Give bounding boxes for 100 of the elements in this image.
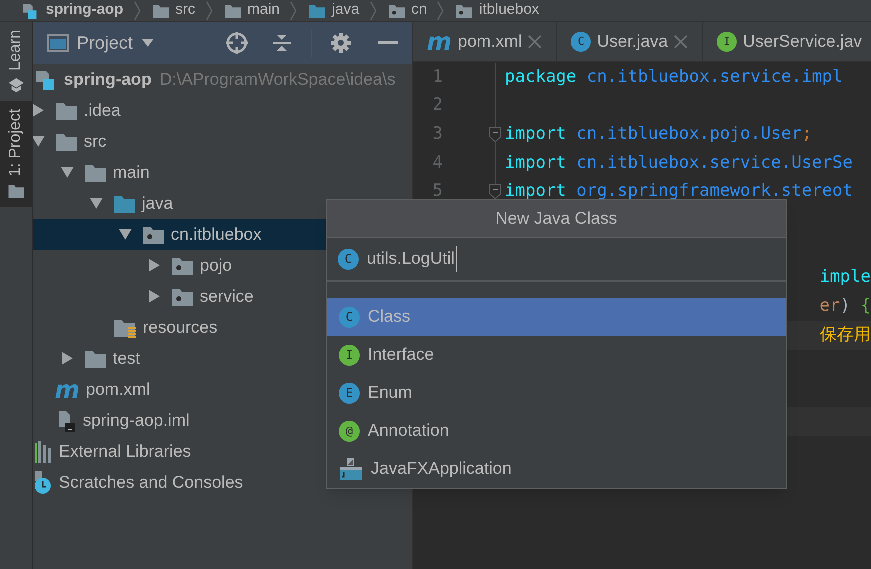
tree-item-label: java (142, 192, 174, 215)
collapse-icon[interactable] (271, 32, 293, 54)
line-number: 3 (432, 122, 443, 146)
line-number: 2 (432, 94, 443, 118)
tree-item[interactable]: src (33, 126, 412, 157)
chevron-icon (370, 0, 378, 20)
window-icon (47, 34, 69, 52)
tree-item-label: service (200, 286, 254, 308)
tree-item-label: Scratches and Consoles (59, 472, 244, 494)
tree-item-label: .idea (84, 100, 121, 122)
tree-item-label: spring-aop.iml (83, 410, 190, 432)
folder-icon (55, 100, 78, 121)
collapsed-arrow-icon[interactable] (61, 352, 74, 365)
tree-item[interactable]: spring-aop D:\AProgramWorkSpace\idea\s (33, 64, 412, 95)
collapsed-arrow-icon[interactable] (33, 104, 45, 117)
name-input-field[interactable]: C utils.LogUtil (327, 238, 786, 282)
editor-tab[interactable]: C User.java (557, 22, 704, 61)
kind-option[interactable]: E Enum (327, 374, 786, 412)
breadcrumb-item[interactable]: spring-aop (46, 0, 124, 21)
tree-item-label: spring-aop (64, 68, 152, 91)
code-line: 保存用 (820, 324, 871, 347)
code-line: import org.springframework.stereot (505, 180, 853, 204)
tree-item[interactable]: .idea (33, 95, 412, 126)
tool-window-tab[interactable]: Learn (0, 22, 32, 101)
minimize-icon[interactable] (378, 41, 398, 45)
maven-icon: m (427, 30, 452, 54)
class-icon: C (339, 306, 360, 328)
package-icon (171, 286, 194, 307)
folder-icon (152, 2, 170, 18)
tree-item-label: External Libraries (59, 440, 192, 463)
code-line: import cn.itbluebox.pojo.User; (505, 122, 812, 146)
breadcrumb-item[interactable]: main (248, 0, 280, 21)
kind-option[interactable]: JavaFXApplication (327, 450, 786, 488)
package-icon (388, 2, 406, 18)
breadcrumb-item[interactable]: src (176, 0, 196, 21)
settings-icon[interactable] (330, 32, 352, 54)
breadcrumb-item[interactable]: java (332, 0, 360, 21)
chevron-icon (290, 0, 298, 20)
close-icon[interactable] (528, 34, 542, 48)
fold-icon[interactable] (489, 184, 502, 200)
line-number: 5 (432, 180, 443, 204)
chevron-icon (134, 0, 142, 20)
tree-item-label: pojo (200, 254, 232, 277)
fold-icon[interactable] (489, 126, 502, 143)
maven-icon: m (55, 378, 80, 402)
panel-title[interactable]: Project (77, 30, 134, 56)
code-line: import cn.itbluebox.service.UserSe (505, 152, 853, 175)
interface-icon: I (717, 32, 738, 52)
libraries-icon (35, 440, 53, 462)
package-icon (171, 255, 194, 276)
class-icon: C (571, 32, 592, 52)
collapsed-arrow-icon[interactable] (148, 290, 161, 303)
chevron-icon (437, 0, 446, 20)
line-number: 4 (432, 152, 443, 175)
editor-tab[interactable]: I UserService.jav (703, 22, 871, 61)
tree-item-label: pom.xml (86, 378, 150, 401)
kind-option[interactable]: @ Annotation (327, 412, 786, 450)
expanded-arrow-icon[interactable] (119, 228, 132, 241)
package-icon (142, 224, 165, 245)
folder-icon (8, 182, 24, 199)
folder-icon (84, 162, 107, 183)
project-path: D:\AProgramWorkSpace\idea\s (160, 68, 396, 91)
tool-window-tab[interactable]: 1: Project (0, 100, 32, 207)
scratches-icon (35, 470, 53, 494)
interface-icon: I (339, 344, 360, 366)
folder-icon (84, 348, 107, 369)
collapsed-arrow-icon[interactable] (148, 259, 161, 272)
kind-option[interactable]: C Class (327, 298, 786, 336)
expanded-arrow-icon[interactable] (61, 166, 74, 179)
chevron-icon (206, 0, 214, 20)
dialog-title: New Java Class (496, 208, 618, 230)
code-line: er) { (820, 295, 871, 318)
editor-tab[interactable]: m pom.xml (413, 22, 558, 61)
enum-icon: E (339, 382, 360, 404)
javafx-file-icon (339, 457, 363, 481)
kind-option[interactable]: I Interface (327, 336, 786, 374)
tree-item-label: src (84, 130, 107, 153)
folder-icon (308, 2, 326, 18)
close-icon[interactable] (674, 34, 688, 48)
code-line: package cn.itbluebox.service.impl (505, 66, 843, 89)
folder-icon (55, 131, 78, 152)
tree-item-label: test (113, 348, 140, 370)
expanded-arrow-icon[interactable] (90, 197, 103, 210)
tree-item-label: resources (143, 316, 218, 339)
folder-icon (224, 2, 242, 18)
breadcrumb-item[interactable]: itbluebox (479, 0, 540, 21)
package-icon (455, 2, 474, 18)
tree-item[interactable]: java (33, 188, 412, 219)
locate-icon[interactable] (225, 31, 249, 55)
dropdown-icon[interactable] (141, 38, 156, 48)
tree-item[interactable]: main (33, 157, 412, 188)
class-icon: C (338, 248, 359, 270)
tree-item-label: main (113, 162, 150, 184)
graduation-cap-icon (8, 76, 24, 93)
breadcrumb-item[interactable]: cn (412, 0, 428, 21)
tree-item-label: cn.itbluebox (171, 224, 262, 246)
folder-icon (113, 193, 136, 214)
expanded-arrow-icon[interactable] (33, 135, 45, 148)
line-number: 1 (432, 66, 443, 89)
code-line: imple (820, 266, 871, 290)
